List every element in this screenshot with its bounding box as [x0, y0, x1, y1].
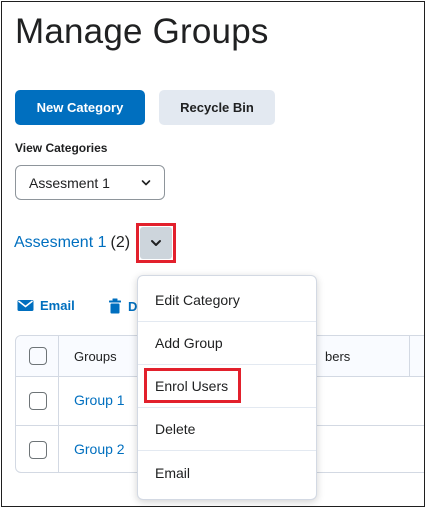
column-divider: [409, 336, 410, 376]
menu-item-delete[interactable]: Delete: [138, 408, 316, 451]
select-all-checkbox[interactable]: [29, 347, 47, 365]
envelope-icon: [17, 300, 34, 311]
column-header-groups[interactable]: Groups: [74, 349, 117, 364]
chevron-down-icon: [141, 180, 151, 186]
row-checkbox[interactable]: [29, 441, 47, 459]
menu-item-edit-category[interactable]: Edit Category: [138, 279, 316, 322]
group-link[interactable]: Group 2: [74, 441, 125, 457]
email-action-label: Email: [40, 298, 75, 313]
column-divider: [58, 336, 59, 376]
category-actions-button[interactable]: [140, 227, 172, 259]
trash-icon: [109, 298, 121, 314]
enrol-users-highlight: [144, 368, 241, 403]
category-actions-highlight: [136, 223, 176, 263]
column-divider: [58, 376, 59, 425]
column-divider: [58, 425, 59, 473]
row-checkbox[interactable]: [29, 392, 47, 410]
chevron-down-icon: [151, 240, 161, 246]
view-categories-select[interactable]: Assesment 1: [15, 165, 165, 200]
delete-action-label: D: [128, 298, 138, 314]
new-category-button[interactable]: New Category: [15, 90, 145, 125]
group-link[interactable]: Group 1: [74, 392, 125, 408]
view-categories-selected-value: Assesment 1: [29, 174, 110, 191]
recycle-bin-button[interactable]: Recycle Bin: [159, 90, 275, 125]
category-link[interactable]: Assesment 1: [14, 234, 106, 252]
category-heading: Assesment 1 (2): [14, 234, 130, 252]
email-action[interactable]: Email: [17, 298, 75, 313]
column-header-members[interactable]: bers: [325, 349, 350, 364]
menu-item-email[interactable]: Email: [138, 451, 316, 494]
app-frame: Manage Groups New Category Recycle Bin V…: [1, 1, 425, 507]
menu-item-add-group[interactable]: Add Group: [138, 322, 316, 365]
page-title: Manage Groups: [15, 12, 269, 51]
delete-action[interactable]: D: [109, 298, 137, 314]
view-categories-label: View Categories: [15, 141, 108, 155]
category-count: (2): [110, 234, 131, 251]
